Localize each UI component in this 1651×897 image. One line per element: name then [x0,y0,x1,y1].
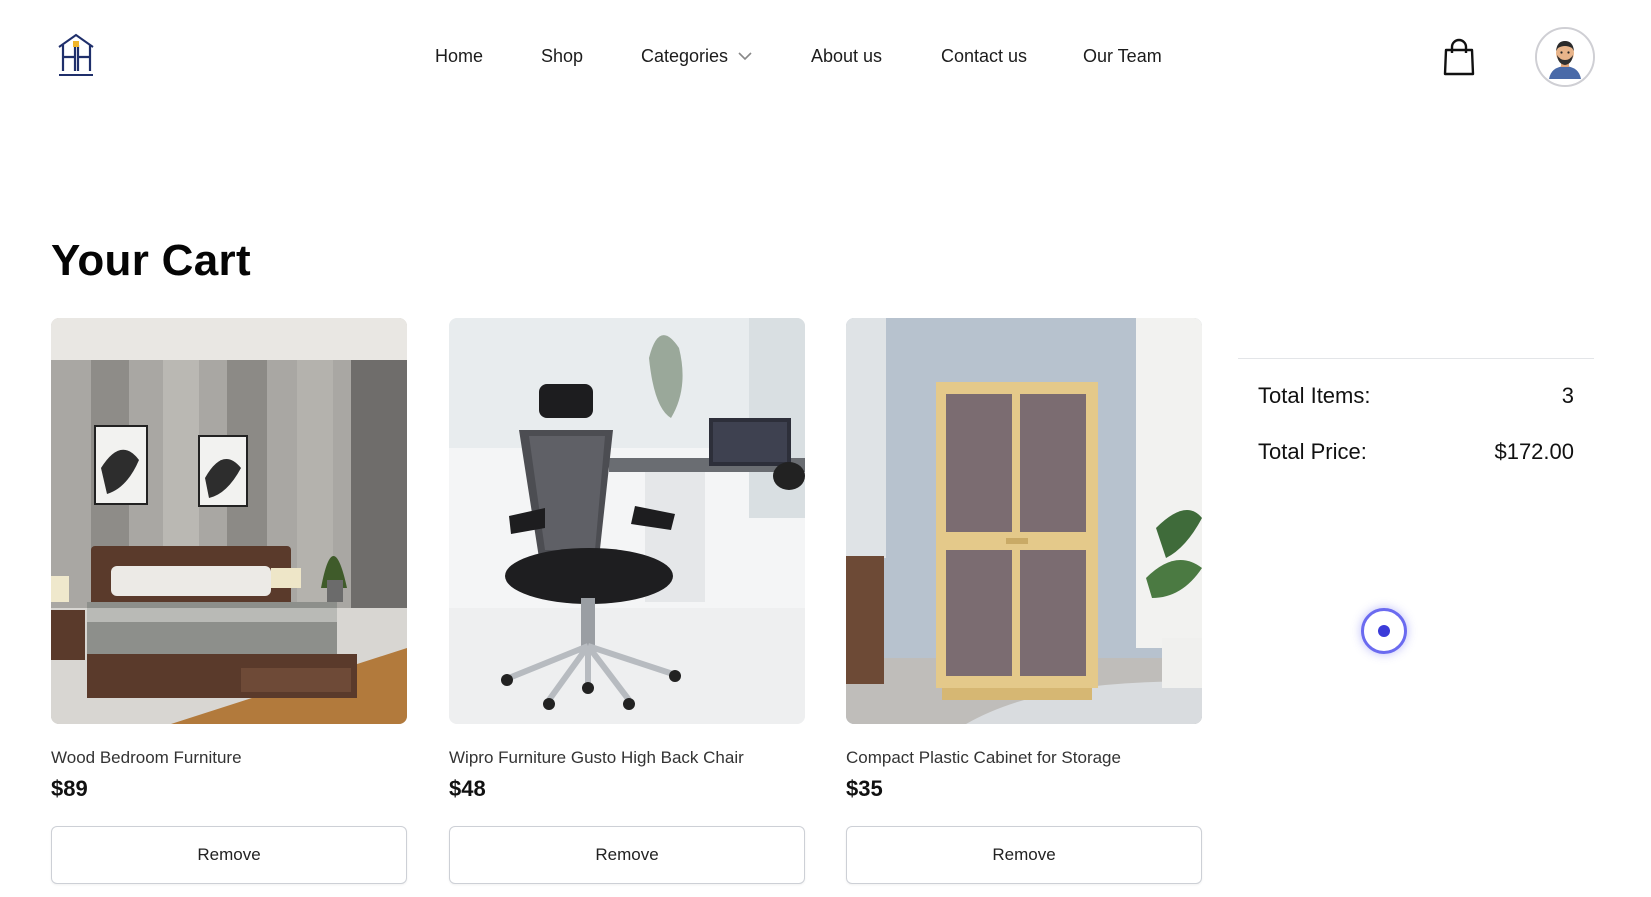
cart-item-card: Wipro Furniture Gusto High Back Chair $4… [449,318,805,884]
main-nav: Home Shop Categories About us Contact us… [0,46,1651,70]
product-name: Wipro Furniture Gusto High Back Chair [449,748,744,767]
nav-our-team[interactable]: Our Team [1083,46,1162,67]
nav-contact-us[interactable]: Contact us [941,46,1027,67]
product-price: $48 [449,776,486,801]
site-header: Home Shop Categories About us Contact us… [0,0,1651,116]
nav-categories-label: Categories [641,46,729,66]
remove-button[interactable]: Remove [51,826,407,884]
cart-summary: Total Items: 3 Total Price: $172.00 [1238,358,1594,464]
product-image [449,318,805,724]
shopping-bag-icon[interactable] [1441,38,1477,76]
office-chair-photo [449,318,805,724]
total-price-label: Total Price: [1258,439,1367,464]
product-price: $35 [846,776,883,801]
cursor-dot [1378,625,1390,637]
product-name: Compact Plastic Cabinet for Storage [846,748,1121,767]
total-items-value: 3 [1561,383,1574,408]
nav-about-us[interactable]: About us [811,46,882,67]
remove-button[interactable]: Remove [449,826,805,884]
product-image [51,318,407,724]
product-name: Wood Bedroom Furniture [51,748,242,767]
nav-shop[interactable]: Shop [541,46,583,67]
remove-button[interactable]: Remove [846,826,1202,884]
chevron-down-icon [738,45,752,66]
storage-cabinet-photo [846,318,1202,724]
nav-categories[interactable]: Categories [641,46,752,68]
nav-home[interactable]: Home [435,46,483,67]
page-title: Your Cart [51,236,251,285]
product-image [846,318,1202,724]
total-items-label: Total Items: [1258,383,1371,408]
user-avatar-icon [1537,29,1593,85]
cart-item-card: Wood Bedroom Furniture $89 Remove [51,318,407,884]
user-avatar[interactable] [1535,27,1595,87]
total-price-value: $172.00 [1494,439,1574,464]
bedroom-furniture-photo [51,318,407,724]
product-price: $89 [51,776,88,801]
cart-item-card: Compact Plastic Cabinet for Storage $35 … [846,318,1202,884]
cursor-indicator [1361,608,1407,654]
